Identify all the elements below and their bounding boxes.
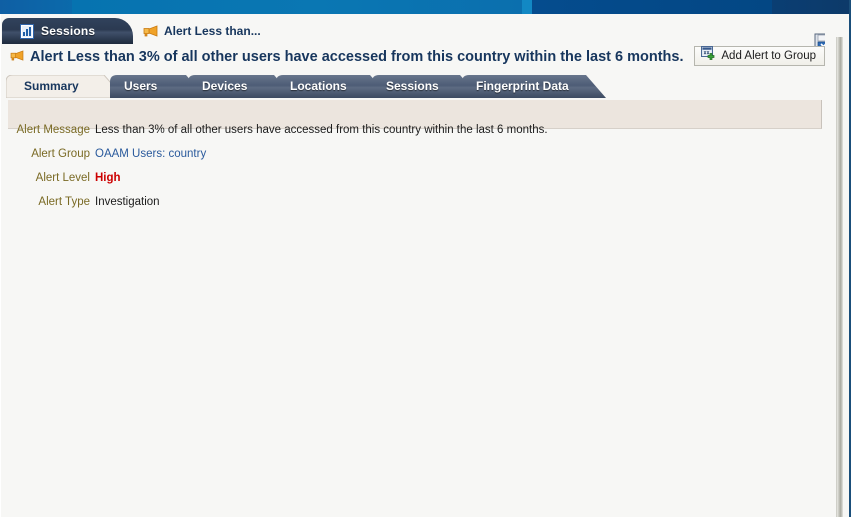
app-tab-sessions[interactable]: Sessions <box>2 18 133 44</box>
brand-bar-segment <box>772 0 851 14</box>
megaphone-icon <box>143 25 158 37</box>
page-header: Alert Less than 3% of all other users ha… <box>0 46 851 70</box>
detail-row: Alert Level High <box>0 172 820 196</box>
detail-label: Alert Type <box>38 196 90 208</box>
sub-tab-label: Locations <box>290 79 347 93</box>
sub-tab-label: Fingerprint Data <box>476 79 569 93</box>
detail-value: Less than 3% of all other users have acc… <box>95 124 548 136</box>
sub-tab-bar: Summary Users Devices Locations Sessions Fing… <box>0 75 851 100</box>
detail-label: Alert Message <box>16 124 90 136</box>
brand-bar-segment <box>522 0 532 14</box>
sub-tab-label: Users <box>124 79 158 93</box>
detail-row: Alert Group OAAM Users: country <box>0 148 820 172</box>
sub-tab-label: Summary <box>24 79 79 93</box>
app-tab-alert-label: Alert Less than... <box>164 24 261 38</box>
vertical-scrollbar[interactable] <box>836 37 843 517</box>
megaphone-icon <box>10 48 24 66</box>
brand-bar-segment <box>0 0 72 14</box>
add-alert-to-group-button[interactable]: Add Alert to Group <box>694 46 825 66</box>
brand-bar <box>0 0 851 14</box>
detail-value: High <box>95 172 121 184</box>
brand-bar-segment <box>72 0 522 14</box>
detail-row: Alert Type Investigation <box>0 196 820 220</box>
sub-tab-label: Sessions <box>386 79 439 93</box>
application-window: Sessions Alert Less than... Alert Less t… <box>0 0 851 517</box>
brand-bar-segment <box>532 0 772 14</box>
alert-detail-list: Alert Message Less than 3% of all other u… <box>0 124 820 220</box>
page-title: Alert Less than 3% of all other users ha… <box>10 48 683 66</box>
sub-tab-summary[interactable]: Summary <box>6 75 124 98</box>
app-tab-sessions-label: Sessions <box>41 24 96 38</box>
detail-value: Investigation <box>95 196 160 208</box>
application-tab-bar: Sessions Alert Less than... <box>0 14 851 52</box>
add-alert-to-group-label: Add Alert to Group <box>721 50 816 62</box>
detail-label: Alert Level <box>35 172 90 184</box>
page-title-text: Alert Less than 3% of all other users ha… <box>30 49 684 65</box>
sub-tab-fingerprint-data[interactable]: Fingerprint Data <box>462 75 606 98</box>
detail-row: Alert Message Less than 3% of all other u… <box>0 124 820 148</box>
window-border-left <box>0 14 1 517</box>
app-tab-alert[interactable]: Alert Less than... <box>143 18 261 44</box>
detail-label: Alert Group <box>31 148 90 160</box>
tab-content-summary: Alert Message Less than 3% of all other u… <box>0 98 851 517</box>
detail-value-link[interactable]: OAAM Users: country <box>95 148 206 160</box>
sub-tab-label: Devices <box>202 79 248 93</box>
right-gutter <box>825 14 851 517</box>
chart-document-icon <box>20 23 34 39</box>
add-to-group-icon <box>701 46 716 66</box>
